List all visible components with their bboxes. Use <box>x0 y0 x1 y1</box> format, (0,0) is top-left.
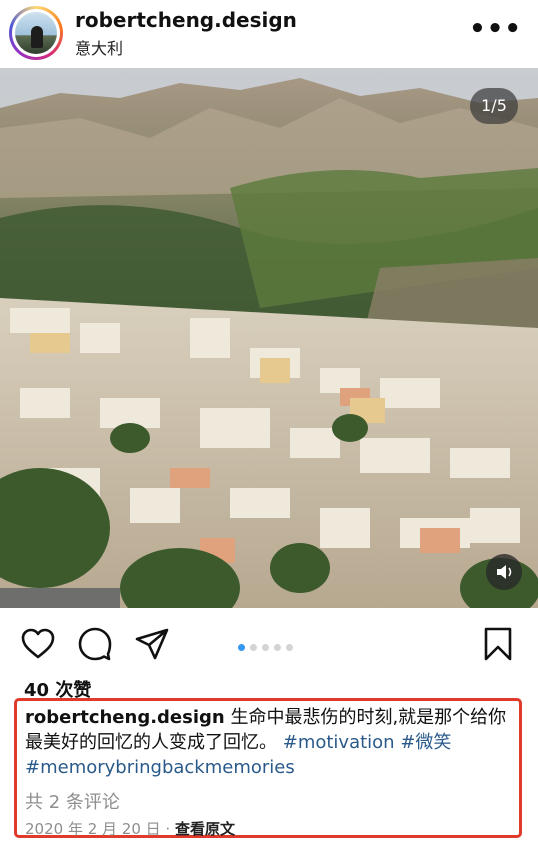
hashtag[interactable]: #motivation <box>283 732 395 753</box>
carousel-dot <box>250 644 257 651</box>
carousel-dot <box>274 644 281 651</box>
avatar[interactable] <box>15 12 57 54</box>
comment-icon[interactable] <box>77 626 113 662</box>
story-ring[interactable] <box>9 6 63 60</box>
avatar-border <box>12 9 60 57</box>
post-date: 2020 年 2 月 20 日 <box>25 820 161 838</box>
action-bar <box>0 608 538 676</box>
post-caption: robertcheng.design 生命中最悲伤的时刻,就是那个给你最美好的回… <box>25 705 515 780</box>
carousel-dot <box>238 644 245 651</box>
caption-username[interactable]: robertcheng.design <box>25 707 225 728</box>
post-location[interactable]: 意大利 <box>75 35 123 59</box>
see-translation-link[interactable]: 查看原文 <box>175 820 235 838</box>
landscape-image <box>0 68 538 608</box>
bookmark-icon[interactable] <box>480 626 516 662</box>
share-icon[interactable] <box>134 626 170 662</box>
caption-highlight: robertcheng.design 生命中最悲伤的时刻,就是那个给你最美好的回… <box>14 698 522 838</box>
sound-icon[interactable] <box>486 554 522 590</box>
carousel-dot <box>262 644 269 651</box>
heart-icon[interactable] <box>20 626 56 662</box>
separator: · <box>160 820 175 838</box>
post-header: robertcheng.design 意大利 ••• <box>0 0 538 68</box>
view-comments-link[interactable]: 共 2 条评论 <box>25 788 120 814</box>
post-footer: 2020 年 2 月 20 日 · 查看原文 <box>25 818 235 839</box>
post-photo[interactable]: 1/5 <box>0 68 538 608</box>
hashtag[interactable]: #微笑 <box>400 732 451 753</box>
more-options-icon[interactable]: ••• <box>469 16 522 42</box>
carousel-counter: 1/5 <box>470 88 518 124</box>
post-username[interactable]: robertcheng.design <box>75 8 297 32</box>
avatar-person <box>31 26 43 48</box>
carousel-dot <box>286 644 293 651</box>
hashtag[interactable]: #memorybringbackmemories <box>25 757 295 778</box>
speaker-icon <box>497 565 512 579</box>
carousel-indicator <box>238 636 298 651</box>
